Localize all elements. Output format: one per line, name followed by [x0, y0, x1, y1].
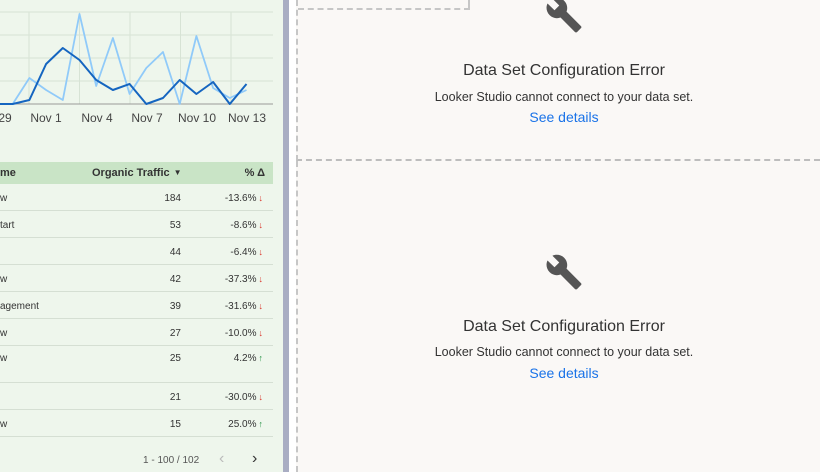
cell-percent-change: -30.0% ↓: [225, 392, 263, 403]
right-report-panel: Data Set Configuration Error Looker Stud…: [296, 0, 820, 472]
cell-page-name: w: [0, 193, 8, 204]
cell-organic-traffic: 25: [169, 353, 181, 364]
see-details-link[interactable]: See details: [298, 365, 820, 381]
error-card: Data Set Configuration Error Looker Stud…: [296, 161, 820, 472]
arrow-down-icon: ↓: [258, 193, 264, 203]
chevron-left-icon[interactable]: ‹: [219, 450, 224, 468]
table-row[interactable]: w 184 -13.6% ↓: [0, 184, 273, 211]
left-report-panel: 29 Nov 1 Nov 4 Nov 7 Nov 10 Nov 13 me Or…: [0, 0, 283, 472]
x-tick-label: 29: [0, 111, 12, 125]
wrench-icon: [546, 254, 582, 290]
arrow-down-icon: ↓: [258, 328, 264, 338]
cell-organic-traffic: 42: [169, 274, 181, 285]
cell-page-name: w: [0, 353, 8, 364]
cell-page-name: agement: [0, 301, 39, 312]
cell-page-name: w: [0, 419, 8, 430]
x-tick-label: Nov 7: [131, 111, 163, 125]
error-card: Data Set Configuration Error Looker Stud…: [296, 0, 820, 161]
percent-change-value: -8.6%: [230, 220, 257, 231]
column-header-name[interactable]: me: [0, 167, 16, 179]
x-tick-label: Nov 4: [81, 111, 113, 125]
cell-organic-traffic: 44: [169, 247, 181, 258]
cell-percent-change: -10.0% ↓: [225, 328, 263, 339]
percent-change-value: -10.0%: [224, 328, 257, 339]
cell-organic-traffic: 53: [169, 220, 181, 231]
percent-change-value: -13.6%: [224, 193, 257, 204]
table-row[interactable]: w 15 25.0% ↑: [0, 410, 273, 437]
cell-page-name: w: [0, 328, 8, 339]
x-tick-label: Nov 13: [227, 111, 267, 125]
error-title: Data Set Configuration Error: [463, 62, 665, 79]
cell-organic-traffic: 39: [169, 301, 181, 312]
column-header-percent-change[interactable]: % Δ: [245, 167, 265, 179]
cell-organic-traffic: 184: [164, 193, 181, 204]
cell-percent-change: -13.6% ↓: [225, 193, 263, 204]
pagination: 1 - 100 / 102 ‹ ›: [0, 448, 273, 470]
arrow-up-icon: ↑: [258, 419, 264, 429]
percent-change-value: -31.6%: [224, 301, 257, 312]
x-tick-label: Nov 10: [177, 111, 217, 125]
cell-organic-traffic: 15: [169, 419, 181, 430]
cell-organic-traffic: 27: [169, 328, 181, 339]
partial-chart-frame: [298, 0, 470, 10]
column-header-label: Organic Traffic: [92, 167, 170, 179]
table-scrollbar[interactable]: [273, 0, 283, 472]
table-row[interactable]: agement 39 -31.6% ↓: [0, 292, 273, 319]
see-details-link[interactable]: See details: [298, 109, 820, 125]
cell-organic-traffic: 21: [169, 392, 181, 403]
time-series-chart: 29 Nov 1 Nov 4 Nov 7 Nov 10 Nov 13: [0, 0, 283, 132]
x-tick-label: Nov 1: [30, 111, 62, 125]
cell-page-name: tart: [0, 220, 15, 231]
cell-percent-change: 25.0% ↑: [228, 419, 263, 430]
series-line-2: [0, 13, 247, 105]
cell-percent-change: -31.6% ↓: [225, 301, 263, 312]
arrow-down-icon: ↓: [258, 247, 264, 257]
arrow-down-icon: ↓: [258, 301, 264, 311]
error-message: Looker Studio cannot connect to your dat…: [434, 345, 694, 359]
column-header-organic-traffic[interactable]: Organic Traffic ▼: [92, 167, 182, 179]
table-row[interactable]: 21 -30.0% ↓: [0, 383, 273, 410]
wrench-icon: [546, 0, 582, 33]
sort-descending-icon: ▼: [173, 168, 182, 177]
arrow-up-icon: ↑: [258, 353, 264, 363]
cell-percent-change: -6.4% ↓: [230, 247, 263, 258]
cell-percent-change: 4.2% ↑: [234, 353, 263, 364]
percent-change-value: 4.2%: [233, 353, 257, 364]
percent-change-value: -30.0%: [224, 392, 257, 403]
error-title: Data Set Configuration Error: [463, 318, 665, 335]
table-row[interactable]: w 42 -37.3% ↓: [0, 265, 273, 292]
chevron-right-icon[interactable]: ›: [252, 450, 257, 468]
divider-gap: [289, 0, 296, 472]
table-row[interactable]: w 27 -10.0% ↓: [0, 319, 273, 346]
table-row[interactable]: w 25 4.2% ↑: [0, 346, 273, 383]
arrow-down-icon: ↓: [258, 392, 264, 402]
arrow-down-icon: ↓: [258, 274, 264, 284]
cell-percent-change: -37.3% ↓: [225, 274, 263, 285]
table-header: me Organic Traffic ▼ % Δ: [0, 162, 273, 184]
percent-change-value: 25.0%: [228, 419, 257, 430]
percent-change-value: -37.3%: [224, 274, 257, 285]
table-row[interactable]: 44 -6.4% ↓: [0, 238, 273, 265]
arrow-down-icon: ↓: [258, 220, 264, 230]
cell-percent-change: -8.6% ↓: [230, 220, 263, 231]
table-row[interactable]: tart 53 -8.6% ↓: [0, 211, 273, 238]
cell-page-name: w: [0, 274, 8, 285]
error-message: Looker Studio cannot connect to your dat…: [434, 90, 694, 104]
page-range-text: 1 - 100 / 102: [143, 455, 200, 466]
percent-change-value: -6.4%: [230, 247, 257, 258]
